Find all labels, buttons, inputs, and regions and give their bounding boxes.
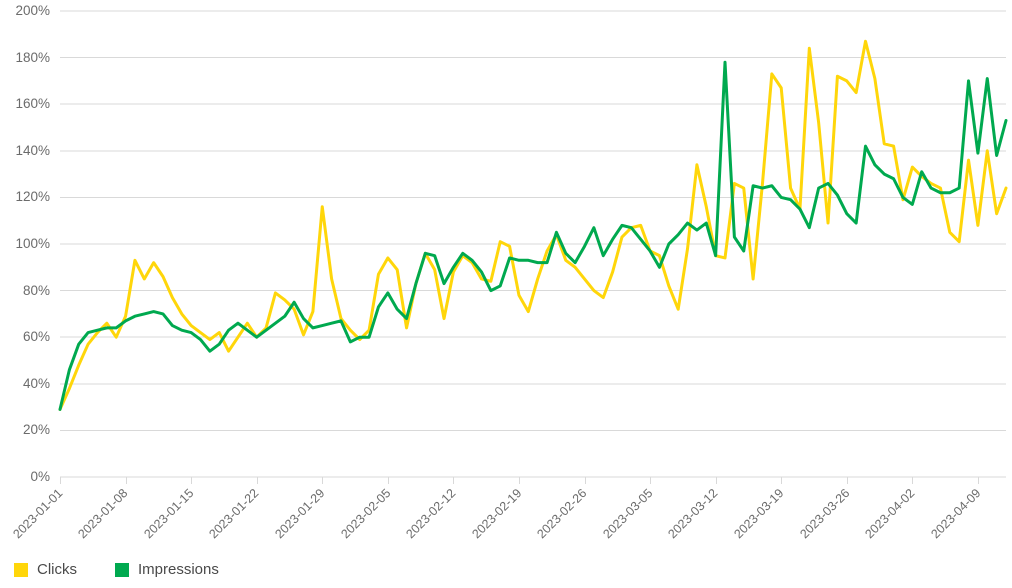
line-chart: 0% 20% 40% 60% 80% 100% 120% 140% 160% 180% 200% 2… [0,0,1012,588]
clicks-swatch-icon [14,562,28,577]
y-tick-label: 60% [22,329,50,345]
gridlines [60,10,1006,478]
y-tick-label: 160% [15,96,50,112]
series-line-clicks[interactable] [58,39,1008,411]
chart-legend: Clicks Impressions [14,562,219,577]
y-tick-label: 0% [30,469,50,484]
y-tick-label: 180% [15,49,50,65]
x-axis-ticks [60,477,979,484]
y-tick-label: 20% [22,422,50,438]
legend-item-impressions[interactable]: Impressions [115,562,219,577]
y-tick-label: 40% [22,375,50,391]
legend-label-clicks: Clicks [37,561,77,578]
y-tick-label: 200% [15,3,50,18]
series-lines [58,39,1008,411]
series-line-impressions[interactable] [58,60,1008,411]
y-tick-label: 100% [15,236,50,251]
legend-item-clicks[interactable]: Clicks [14,562,77,577]
impressions-swatch-icon [115,562,129,577]
y-tick-label: 120% [15,189,50,205]
y-tick-label: 80% [22,282,50,298]
y-tick-label: 140% [15,142,50,158]
legend-label-impressions: Impressions [138,561,219,578]
